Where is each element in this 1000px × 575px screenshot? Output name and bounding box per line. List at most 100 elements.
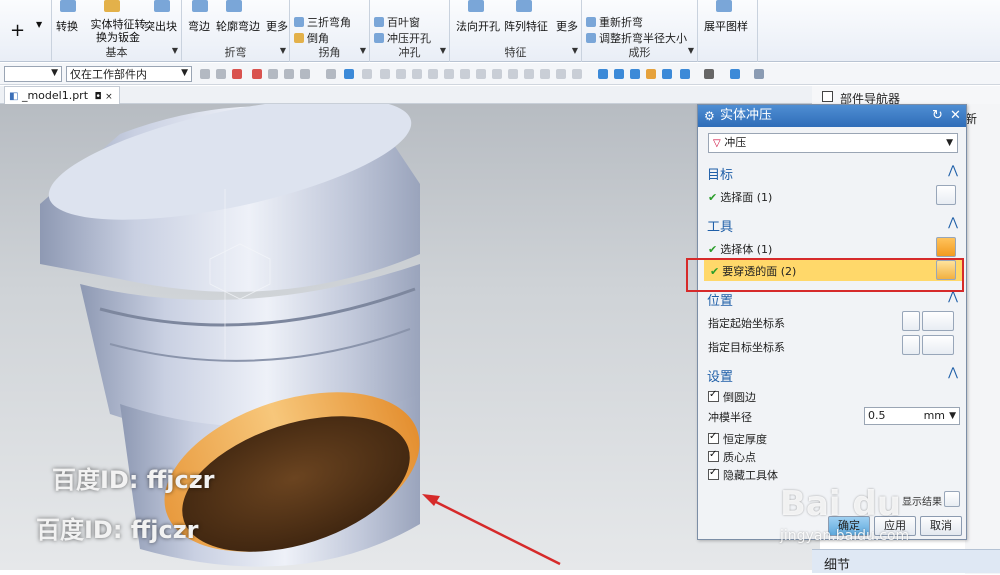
contour-flange-icon xyxy=(226,0,242,12)
view-icon-4[interactable] xyxy=(646,69,656,79)
view-icon-8[interactable] xyxy=(730,69,740,79)
group-title-bend: 折弯 ▼ xyxy=(224,46,287,59)
snap-icon-8[interactable] xyxy=(326,69,336,79)
tab-block-button[interactable]: 突出块 xyxy=(144,18,177,34)
rebend-item[interactable]: 重新折弯 xyxy=(586,14,643,30)
snap-icon-17[interactable] xyxy=(476,69,486,79)
dialog-title-bar: ⚙ 实体冲压 ↻ ✕ xyxy=(698,105,966,127)
normal-cutout-button[interactable]: 法向开孔 xyxy=(456,18,500,34)
ribbon-group-basic: 转换 实体特征转换为钣金 突出块 基本 ▼ xyxy=(52,0,182,62)
type-select[interactable]: ▽ 冲压 ▼ xyxy=(708,133,958,153)
snap-icon-20[interactable] xyxy=(524,69,534,79)
snap-icon-21[interactable] xyxy=(540,69,550,79)
collapse-icon[interactable]: ⋀ xyxy=(948,215,958,229)
pattern-feature-button[interactable]: 阵列特征 xyxy=(504,18,548,34)
snap-icon-7[interactable] xyxy=(300,69,310,79)
type-filter-combo[interactable]: ▼ xyxy=(4,66,62,82)
centroid-checkbox[interactable] xyxy=(708,449,719,462)
flat-pattern-icon xyxy=(716,0,732,12)
view-icon-9[interactable] xyxy=(754,69,764,79)
convert-button[interactable]: 转换 xyxy=(56,18,78,34)
section-settings-header[interactable]: 设置 ⋀ xyxy=(702,363,964,385)
snap-icon-4[interactable] xyxy=(252,69,262,79)
ribbon-group-corner: 三折弯角 倒角 拐角 ▼ xyxy=(290,0,370,62)
start-csys-row[interactable]: 指定起始坐标系 xyxy=(702,311,964,333)
watermark-1: 百度ID: ffjczr xyxy=(52,466,215,494)
snap-icon-19[interactable] xyxy=(508,69,518,79)
ribbon-group-start: + ▼ xyxy=(0,0,52,62)
fillet-edges-checkbox[interactable] xyxy=(708,389,719,402)
snap-icon-1[interactable] xyxy=(200,69,210,79)
gear-icon[interactable]: ⚙ xyxy=(704,105,715,127)
snap-icon-22[interactable] xyxy=(556,69,566,79)
selection-scope-combo[interactable]: 仅在工作部件内 ▼ xyxy=(66,66,192,82)
view-icon-6[interactable] xyxy=(680,69,690,79)
csys-dialog-icon[interactable] xyxy=(922,335,954,355)
close-icon[interactable]: ✕ xyxy=(950,105,961,127)
pierce-faces-row[interactable]: ✔ 要穿透的面 (2) xyxy=(704,259,962,281)
select-face-icon[interactable] xyxy=(936,185,956,205)
collapse-icon[interactable]: ⋀ xyxy=(948,365,958,379)
select-body-row[interactable]: ✔ 选择体 (1) xyxy=(702,237,964,259)
watermark-2: 百度ID: ffjczr xyxy=(36,516,199,544)
document-tab[interactable]: ◧ _model1.prt ◘ × xyxy=(4,86,120,104)
document-tab-label: _model1.prt xyxy=(21,89,89,102)
csys-icon[interactable] xyxy=(902,335,920,355)
view-icon-2[interactable] xyxy=(614,69,624,79)
snap-icon-2[interactable] xyxy=(216,69,226,79)
view-icon-7[interactable] xyxy=(704,69,714,79)
snap-icon-10[interactable] xyxy=(362,69,372,79)
plus-icon[interactable]: + xyxy=(10,20,25,41)
snap-icon-12[interactable] xyxy=(396,69,406,79)
target-csys-row[interactable]: 指定目标坐标系 xyxy=(702,335,964,357)
view-icon-5[interactable] xyxy=(662,69,672,79)
select-body-icon[interactable] xyxy=(936,237,956,257)
collapse-icon[interactable]: ⋀ xyxy=(948,289,958,303)
feature-more-button[interactable]: 更多 xyxy=(556,18,578,34)
three-bend-corner-item[interactable]: 三折弯角 xyxy=(294,14,351,30)
flange-icon xyxy=(192,0,208,12)
pierce-faces-icon[interactable] xyxy=(936,260,956,280)
csys-dialog-icon[interactable] xyxy=(922,311,954,331)
constant-thickness-checkbox[interactable] xyxy=(708,431,719,444)
select-face-row[interactable]: ✔ 选择面 (1) xyxy=(702,185,964,207)
snap-icon-16[interactable] xyxy=(460,69,470,79)
snap-icon-11[interactable] xyxy=(380,69,390,79)
snap-icon-15[interactable] xyxy=(444,69,454,79)
flange-button[interactable]: 弯边 xyxy=(188,18,210,34)
punch-radius-input[interactable]: 0.5 mm ▼ xyxy=(864,407,960,425)
snap-icon-5[interactable] xyxy=(268,69,278,79)
louver-item[interactable]: 百叶窗 xyxy=(374,14,420,30)
flat-pattern-button[interactable]: 展平图样 xyxy=(704,18,748,34)
snap-icon-14[interactable] xyxy=(428,69,438,79)
dropdown-icon[interactable]: ▼ xyxy=(36,20,42,29)
section-tool-header[interactable]: 工具 ⋀ xyxy=(702,213,964,235)
group-title-feature: 特征 ▼ xyxy=(504,46,579,59)
snap-icon-23[interactable] xyxy=(572,69,582,79)
snap-icon-13[interactable] xyxy=(412,69,422,79)
section-position-header[interactable]: 位置 ⋀ xyxy=(702,287,964,309)
solid-to-sheet-button[interactable]: 实体特征转换为钣金 xyxy=(86,18,150,44)
snap-icon-6[interactable] xyxy=(284,69,294,79)
reset-icon[interactable]: ↻ xyxy=(932,105,943,127)
section-target-header[interactable]: 目标 ⋀ xyxy=(702,161,964,183)
view-icon-1[interactable] xyxy=(598,69,608,79)
baidu-logo: Bai du jingyan.baidu.com xyxy=(780,484,990,554)
navigator-checkbox[interactable] xyxy=(822,91,833,102)
tab-menu-icon[interactable]: × xyxy=(105,92,113,102)
part-file-icon: ◧ xyxy=(9,91,19,102)
bend-more-button[interactable]: 更多 xyxy=(266,18,288,34)
hide-tool-row[interactable]: 隐藏工具体 xyxy=(702,463,964,485)
tab-close-icon[interactable]: ◘ xyxy=(95,92,102,102)
fillet-edges-row[interactable]: 倒圆边 xyxy=(702,385,964,407)
view-icon-3[interactable] xyxy=(630,69,640,79)
collapse-icon[interactable]: ⋀ xyxy=(948,163,958,177)
hide-tool-checkbox[interactable] xyxy=(708,467,719,480)
csys-icon[interactable] xyxy=(902,311,920,331)
contour-flange-button[interactable]: 轮廓弯边 xyxy=(216,18,260,34)
snap-icon-9[interactable] xyxy=(344,69,354,79)
convert-icon xyxy=(60,0,76,12)
snap-icon-3[interactable] xyxy=(232,69,242,79)
group-title-basic: 基本 ▼ xyxy=(105,46,179,59)
snap-icon-18[interactable] xyxy=(492,69,502,79)
